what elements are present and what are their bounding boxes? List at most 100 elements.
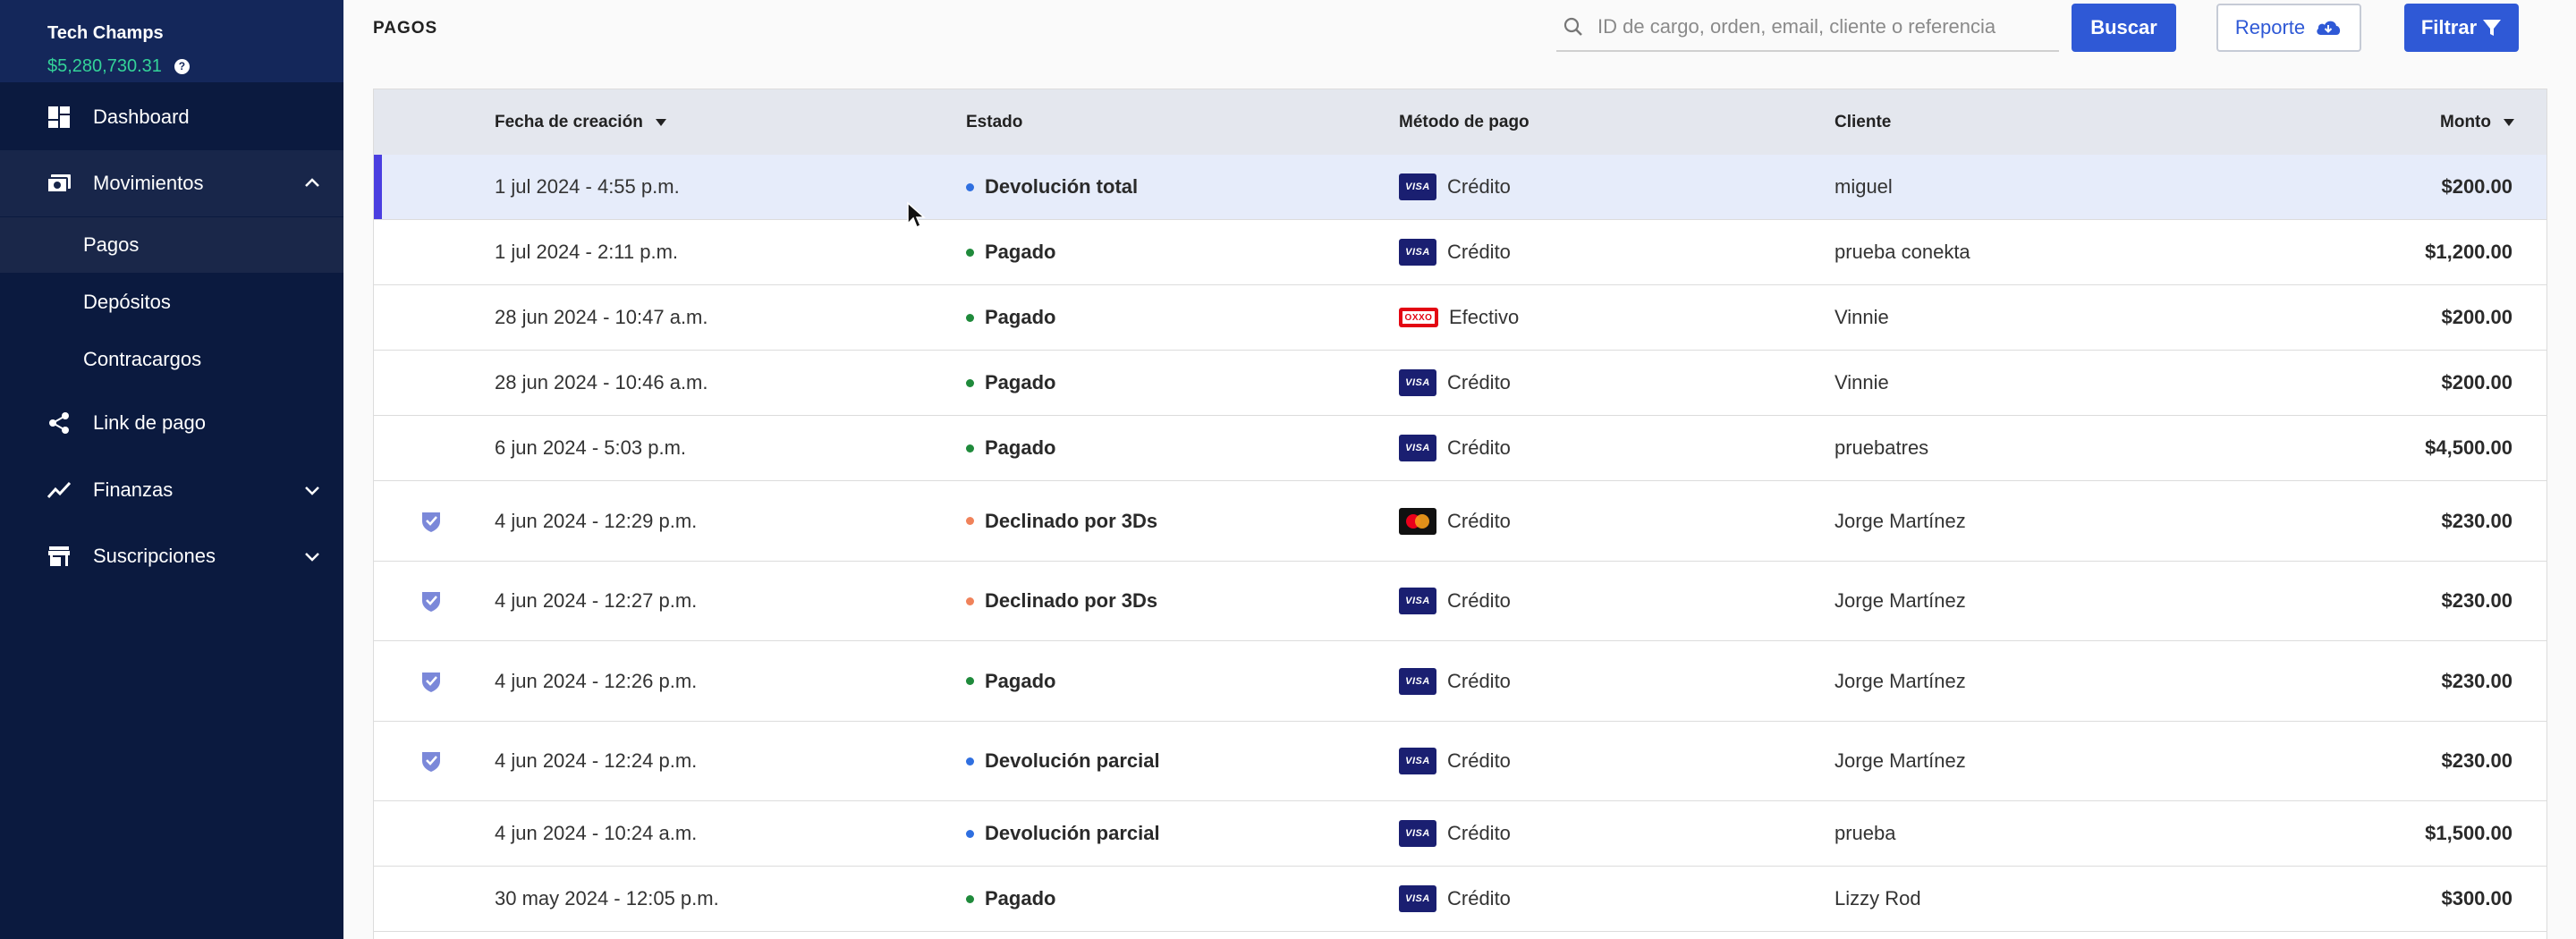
visa-card-icon: VISA: [1399, 435, 1436, 461]
chevron-up-icon[interactable]: [301, 172, 324, 195]
status-dot: [966, 677, 974, 685]
table-row[interactable]: 4 jun 2024 - 12:24 p.m. Devolución parcia…: [374, 722, 2546, 801]
chevron-down-icon[interactable]: [301, 545, 324, 568]
column-header-method: Método de pago: [1399, 113, 1530, 132]
status-dot: [966, 248, 974, 257]
table-row[interactable]: 28 jun 2024 - 10:46 a.m. Pagado VISA Crédit…: [374, 351, 2546, 416]
column-header-date[interactable]: Fecha de creación: [495, 113, 666, 132]
mouse-cursor-icon: [907, 201, 926, 229]
table-row[interactable]: 1 jul 2024 - 2:11 p.m. Pagado VISA Crédito p…: [374, 220, 2546, 285]
search-button[interactable]: Buscar: [2072, 4, 2176, 52]
cell-date: 4 jun 2024 - 12:26 p.m.: [495, 669, 698, 692]
shield-check-icon: [422, 672, 440, 692]
cell-amount: $300.00: [2441, 887, 2512, 909]
cell-payment-method: VISA Crédito: [1399, 748, 1511, 774]
help-icon[interactable]: ?: [174, 59, 190, 74]
status-label: Pagado: [985, 306, 1056, 328]
cell-client: Jorge Martínez: [1835, 669, 1966, 692]
cell-client: pruebatres: [1835, 436, 1929, 459]
report-button[interactable]: Reporte: [2216, 4, 2361, 52]
cell-status: Devolución parcial: [966, 822, 1160, 845]
status-label: Pagado: [985, 887, 1056, 909]
payment-method-label: Crédito: [1447, 241, 1511, 263]
status-dot: [966, 894, 974, 903]
status-dot: [966, 596, 974, 605]
sidebar: Tech Champs $5,280,730.31 ? Dashboard Mo…: [0, 0, 343, 939]
cell-status: Pagado: [966, 670, 1055, 693]
payments-table: Fecha de creación Estado Método de pago …: [373, 89, 2547, 939]
status-label: Pagado: [985, 371, 1056, 393]
cell-amount: $230.00: [2441, 749, 2512, 772]
table-row[interactable]: 28 jun 2024 - 10:47 a.m. Pagado OXXO Efecti…: [374, 285, 2546, 351]
cell-amount: $1,200.00: [2425, 241, 2512, 263]
cell-amount: $200.00: [2441, 306, 2512, 328]
sort-down-icon: [655, 119, 666, 126]
cell-status: Devolución parcial: [966, 749, 1160, 773]
payment-method-label: Crédito: [1447, 887, 1511, 909]
nav-item-suscripciones[interactable]: Suscripciones: [0, 523, 343, 589]
payment-method-label: Crédito: [1447, 436, 1511, 459]
cell-payment-method: VISA Crédito: [1399, 885, 1511, 912]
nav-label-finanzas: Finanzas: [93, 478, 174, 501]
store-icon: [45, 542, 73, 571]
table-row[interactable]: 4 jun 2024 - 12:27 p.m. Declinado por 3Ds…: [374, 562, 2546, 641]
cell-status: Pagado: [966, 306, 1055, 329]
account-header[interactable]: Tech Champs $5,280,730.31 ?: [0, 0, 343, 82]
table-row[interactable]: 4 jun 2024 - 10:24 a.m. Devolución parcia…: [374, 801, 2546, 867]
table-row[interactable]: 1 jul 2024 - 4:55 p.m. Devolución total VI…: [374, 155, 2546, 220]
table-row[interactable]: 30 may 2024 - 12:05 p.m. Pagado VISA Crédit…: [374, 867, 2546, 932]
payment-method-label: Crédito: [1447, 749, 1511, 772]
cell-client: prueba conekta: [1835, 241, 1970, 263]
search-button-label: Buscar: [2090, 16, 2157, 38]
account-balance-row: $5,280,730.31 ?: [47, 56, 343, 77]
nav-item-dashboard[interactable]: Dashboard: [0, 84, 343, 150]
filter-button[interactable]: Filtrar: [2404, 4, 2519, 52]
cell-amount: $200.00: [2441, 371, 2512, 393]
table-header: Fecha de creación Estado Método de pago …: [374, 89, 2546, 156]
account-name: Tech Champs: [47, 23, 164, 43]
column-header-amount[interactable]: Monto: [2440, 113, 2514, 132]
cell-client: prueba: [1835, 822, 1896, 844]
status-dot: [966, 378, 974, 387]
status-dot: [966, 517, 974, 525]
cell-payment-method: VISA Crédito: [1399, 667, 1511, 695]
cell-amount: $230.00: [2441, 669, 2512, 692]
cell-amount: $200.00: [2441, 175, 2512, 198]
shield-check-icon: [422, 752, 440, 772]
cell-client: Jorge Martínez: [1835, 509, 1966, 532]
status-dot: [966, 182, 974, 191]
column-label-client: Cliente: [1835, 113, 1892, 131]
cell-client: Lizzy Rod: [1835, 887, 1921, 909]
status-label: Devolución total: [985, 175, 1139, 198]
cell-amount: $230.00: [2441, 509, 2512, 532]
payment-method-label: Crédito: [1447, 371, 1511, 393]
table-row[interactable]: 4 jun 2024 - 12:29 p.m. Declinado por 3Ds…: [374, 481, 2546, 562]
nav-item-movimientos[interactable]: Movimientos: [0, 150, 343, 216]
sub-item-pagos[interactable]: Pagos: [0, 217, 343, 273]
search-input[interactable]: [1597, 15, 2045, 38]
column-label-date: Fecha de creación: [495, 113, 643, 131]
cell-payment-method: VISA Crédito: [1399, 239, 1511, 266]
cell-payment-method: VISA Crédito: [1399, 820, 1511, 847]
cell-status: Pagado: [966, 371, 1055, 394]
sub-item-contracargos[interactable]: Contracargos: [0, 332, 343, 387]
column-header-status: Estado: [966, 113, 1022, 132]
cell-client: Jorge Martínez: [1835, 589, 1966, 612]
cell-date: 28 jun 2024 - 10:47 a.m.: [495, 306, 708, 328]
cell-date: 28 jun 2024 - 10:46 a.m.: [495, 371, 708, 393]
nav-item-link-de-pago[interactable]: Link de pago: [0, 390, 343, 456]
nav-item-finanzas[interactable]: Finanzas: [0, 457, 343, 523]
status-label: Devolución parcial: [985, 822, 1160, 844]
chevron-down-icon[interactable]: [301, 478, 324, 502]
cell-payment-method: VISA Crédito: [1399, 173, 1511, 200]
visa-card-icon: VISA: [1399, 820, 1436, 847]
cell-date: 4 jun 2024 - 12:27 p.m.: [495, 589, 698, 612]
sub-item-depositos[interactable]: Depósitos: [0, 275, 343, 330]
table-row[interactable]: 4 jun 2024 - 12:26 p.m. Pagado VISA Crédito…: [374, 641, 2546, 722]
visa-card-icon: VISA: [1399, 369, 1436, 396]
payment-method-label: Crédito: [1447, 669, 1511, 692]
table-row[interactable]: 6 jun 2024 - 5:03 p.m. Pagado VISA Crédito p…: [374, 416, 2546, 481]
cell-client: Vinnie: [1835, 371, 1889, 393]
visa-card-icon: VISA: [1399, 588, 1436, 614]
cell-payment-method: Crédito: [1399, 507, 1511, 535]
